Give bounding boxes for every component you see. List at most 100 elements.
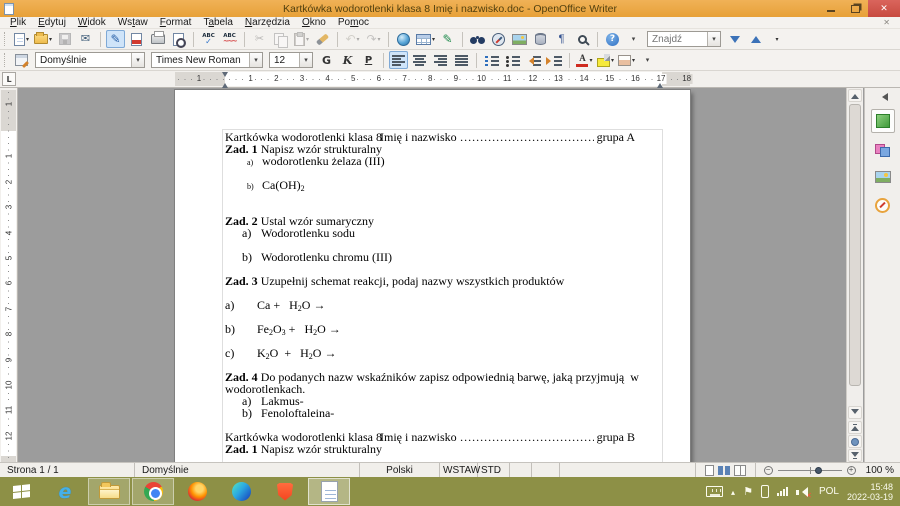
navigation-button[interactable] <box>848 435 862 448</box>
vertical-ruler[interactable]: 1123456789101112 <box>0 88 18 462</box>
spellcheck-button[interactable] <box>199 30 218 48</box>
scrollbar-thumb[interactable] <box>849 104 861 386</box>
cut-button[interactable]: ✂ <box>250 30 269 48</box>
zoom-level[interactable]: 100 % <box>864 465 900 476</box>
undo-button[interactable]: ↶ <box>343 30 362 48</box>
styles-panel-button[interactable] <box>12 51 31 69</box>
document-page[interactable]: Kartkówka wodorotlenki klasa 8Imię i naz… <box>175 90 690 462</box>
book-view-icon[interactable] <box>734 465 746 476</box>
taskbar-internet-explorer[interactable] <box>44 478 86 505</box>
background-color-button[interactable] <box>617 51 636 69</box>
zoom-slider[interactable] <box>778 470 842 471</box>
font-name-combo[interactable]: Times New Roman <box>151 52 263 68</box>
page-preview-button[interactable] <box>169 30 188 48</box>
find-input-combo[interactable] <box>647 31 721 47</box>
find-replace-button[interactable] <box>468 30 487 48</box>
align-justify-button[interactable] <box>452 51 471 69</box>
paragraph-style-combo[interactable]: Domyślnie <box>35 52 145 68</box>
hyperlink-button[interactable] <box>394 30 413 48</box>
restore-button[interactable] <box>843 0 868 17</box>
find-toolbar-overflow-button[interactable] <box>767 30 786 48</box>
align-center-button[interactable] <box>410 51 429 69</box>
paste-button[interactable] <box>292 30 311 48</box>
sidebar-collapse-icon[interactable] <box>878 93 888 101</box>
print-button[interactable] <box>148 30 167 48</box>
decrease-indent-button[interactable] <box>524 51 543 69</box>
menu-tabela[interactable]: Tabela <box>197 17 238 28</box>
help-button[interactable] <box>603 30 622 48</box>
page-style-status[interactable]: Domyślnie <box>135 463 360 477</box>
new-document-button[interactable] <box>12 30 31 48</box>
taskbar-brave[interactable] <box>264 478 306 505</box>
chevron-down-icon[interactable] <box>299 53 312 67</box>
selection-mode-status[interactable]: STD <box>478 463 510 477</box>
search-input[interactable] <box>652 34 704 45</box>
formatting-overflow-button[interactable]: ▾ <box>638 51 657 69</box>
zoom-out-icon[interactable]: − <box>764 466 773 475</box>
language-status[interactable]: Polski <box>360 463 440 477</box>
align-left-button[interactable] <box>389 51 408 69</box>
find-dropdown-icon[interactable] <box>707 32 720 46</box>
copy-button[interactable] <box>271 30 290 48</box>
page-info[interactable]: Strona 1 / 1 <box>0 463 135 477</box>
navigator-button[interactable] <box>489 30 508 48</box>
horizontal-ruler[interactable]: 1123456789101112131415161718 <box>0 71 900 88</box>
numbered-list-button[interactable] <box>482 51 501 69</box>
menu-plik[interactable]: Plik <box>4 17 32 28</box>
document-modified-status[interactable] <box>510 463 532 477</box>
sidebar-tab-properties[interactable] <box>871 109 895 133</box>
sidebar-tab-gallery[interactable] <box>871 165 895 189</box>
toolbar-grip[interactable] <box>4 53 8 67</box>
data-sources-button[interactable] <box>531 30 550 48</box>
volume-muted-icon[interactable]: ✕ <box>796 486 811 498</box>
taskbar-edge[interactable] <box>220 478 262 505</box>
zoom-slider-thumb[interactable] <box>815 467 822 474</box>
menu-format[interactable]: Format <box>154 17 198 28</box>
redo-button[interactable]: ↷ <box>364 30 383 48</box>
email-button[interactable]: ✉ <box>76 30 95 48</box>
font-size-combo[interactable]: 12 <box>269 52 313 68</box>
tab-stop-selector[interactable] <box>2 72 16 86</box>
menu-wstaw[interactable]: Wstaw <box>112 17 154 28</box>
action-center-flag-icon[interactable] <box>743 485 753 498</box>
insert-mode-status[interactable]: WSTAW <box>440 463 478 477</box>
touch-keyboard-icon[interactable] <box>706 486 723 497</box>
save-button[interactable] <box>55 30 74 48</box>
draw-functions-button[interactable]: ✎ <box>438 30 457 48</box>
edit-file-button[interactable]: ✎ <box>106 30 125 48</box>
table-button[interactable] <box>415 30 436 48</box>
chevron-down-icon[interactable] <box>249 53 262 67</box>
start-button[interactable] <box>2 478 42 505</box>
menu-narzedzia[interactable]: Narzędzia <box>239 17 296 28</box>
taskbar-chrome[interactable] <box>132 478 174 505</box>
network-signal-icon[interactable] <box>777 487 788 496</box>
bold-button[interactable]: G <box>317 51 336 69</box>
left-indent-marker[interactable] <box>222 80 228 88</box>
open-button[interactable] <box>33 30 53 48</box>
zoom-button[interactable] <box>573 30 592 48</box>
hidden-icons-chevron[interactable] <box>731 486 735 498</box>
menu-pomoc[interactable]: Pomoc <box>332 17 375 28</box>
gallery-button[interactable] <box>510 30 529 48</box>
export-pdf-button[interactable] <box>127 30 146 48</box>
keyboard-language[interactable]: POL <box>819 486 839 497</box>
minimize-button[interactable] <box>818 0 843 17</box>
zoom-in-icon[interactable]: + <box>847 466 856 475</box>
taskbar-firefox[interactable] <box>176 478 218 505</box>
align-right-button[interactable] <box>431 51 450 69</box>
menu-widok[interactable]: Widok <box>72 17 112 28</box>
clock[interactable]: 15:48 2022-03-19 <box>847 482 893 502</box>
previous-page-button[interactable] <box>848 421 862 434</box>
font-color-button[interactable] <box>575 51 594 69</box>
chevron-down-icon[interactable] <box>131 53 144 67</box>
toolbar-grip[interactable] <box>4 32 8 46</box>
sidebar-tab-styles[interactable] <box>871 137 895 161</box>
signature-status[interactable] <box>532 463 560 477</box>
single-page-view-icon[interactable] <box>705 465 714 476</box>
menu-okno[interactable]: Okno <box>296 17 332 28</box>
scroll-up-button[interactable] <box>848 89 862 102</box>
vertical-scrollbar[interactable] <box>846 88 863 462</box>
taskbar-openoffice-writer[interactable] <box>308 478 350 505</box>
sidebar-tab-navigator[interactable] <box>871 193 895 217</box>
toolbar-overflow-button[interactable]: ▾ <box>624 30 643 48</box>
